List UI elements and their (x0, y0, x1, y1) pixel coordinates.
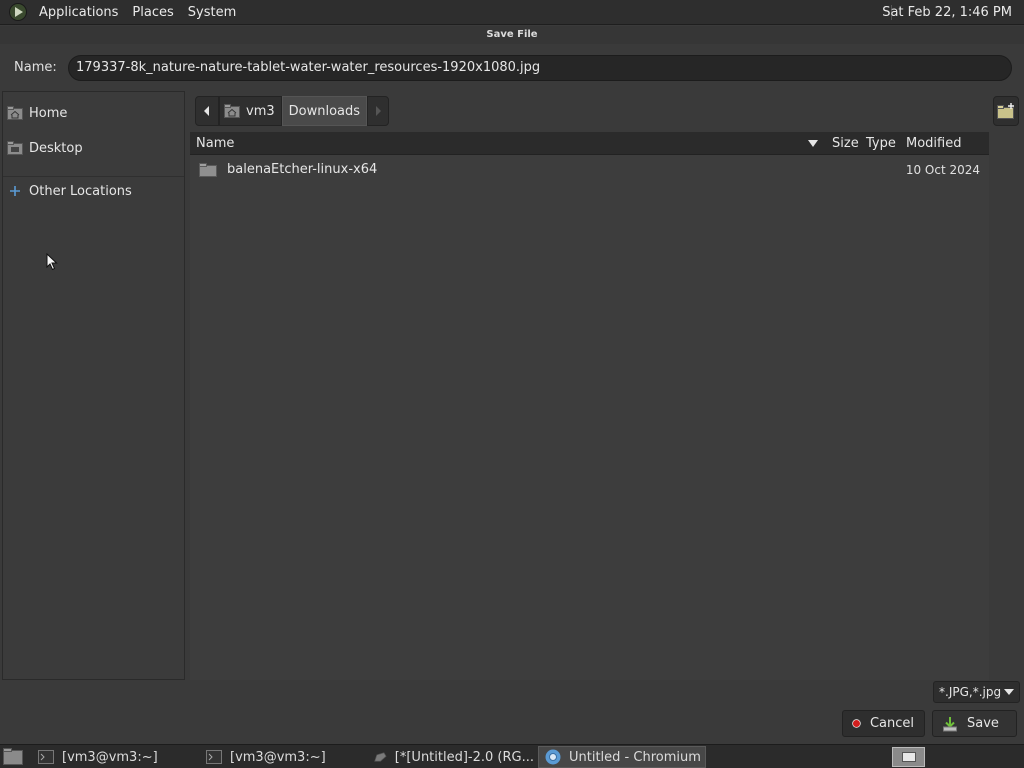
task-label: [vm3@vm3:~] (230, 749, 326, 765)
column-header-type[interactable]: Type (866, 132, 896, 155)
file-name: balenaEtcher-linux-x64 (227, 162, 378, 177)
workspace-switcher[interactable] (892, 747, 925, 767)
save-label: Save (967, 716, 999, 731)
file-type-filter-select[interactable]: *.JPG,*.jpg (933, 681, 1020, 703)
clock[interactable]: Sat Feb 22, 1:46 PM (882, 0, 1012, 25)
folder-icon (199, 163, 217, 177)
home-folder-icon (7, 106, 23, 120)
name-row: Name: 179337-8k_nature-nature-tablet-wat… (0, 44, 1024, 90)
filename-input[interactable]: 179337-8k_nature-nature-tablet-water-wat… (68, 55, 1012, 81)
right-strip (989, 132, 1024, 680)
home-folder-icon (224, 104, 240, 118)
path-segment-vm3[interactable]: vm3 (219, 96, 282, 126)
places-sidebar: Home Desktop Other Locations (2, 91, 185, 680)
sidebar-item-label: Desktop (29, 140, 83, 156)
filter-value: *.JPG,*.jpg (939, 685, 1002, 699)
path-segment-label: vm3 (246, 103, 275, 119)
cancel-icon (852, 719, 861, 728)
path-segment-label: Downloads (288, 103, 361, 119)
task-label: [*[Untitled]-2.0 (RG... (394, 749, 534, 765)
save-button[interactable]: Save (932, 710, 1017, 737)
sidebar-separator (3, 176, 184, 177)
path-bar: vm3 Downloads (195, 96, 390, 126)
taskbar-item-gimp[interactable]: [*[Untitled]-2.0 (RG... (368, 746, 534, 768)
column-header-name[interactable]: Name (196, 132, 234, 155)
path-forward-button[interactable] (367, 96, 390, 126)
gimp-icon (374, 752, 387, 762)
menu-system[interactable]: System (181, 0, 243, 25)
task-label: [vm3@vm3:~] (62, 749, 158, 765)
sidebar-item-label: Other Locations (29, 183, 132, 199)
column-header-modified[interactable]: Modified (906, 132, 961, 155)
path-back-button[interactable] (195, 96, 219, 126)
cancel-button[interactable]: Cancel (842, 710, 925, 737)
sidebar-item-home[interactable]: Home (7, 102, 67, 124)
applications-logo-icon[interactable] (8, 2, 28, 22)
terminal-icon (38, 750, 54, 764)
desktop-folder-icon (7, 141, 23, 155)
create-folder-button[interactable] (993, 96, 1019, 126)
sort-descending-icon[interactable] (808, 140, 818, 147)
file-row[interactable]: balenaEtcher-linux-x64 10 Oct 2024 (190, 157, 989, 183)
sidebar-item-other-locations[interactable]: Other Locations (7, 180, 132, 202)
name-label: Name: (14, 60, 57, 75)
show-desktop-icon[interactable] (3, 748, 23, 765)
sidebar-item-label: Home (29, 105, 68, 121)
dialog-title: Save File (0, 26, 1024, 44)
mouse-cursor-icon (46, 253, 58, 271)
chevron-left-icon (204, 106, 209, 116)
chevron-right-icon (376, 106, 382, 116)
top-panel: Applications Places System Sat Feb 22, 1… (0, 0, 1024, 25)
new-folder-icon (997, 103, 1014, 119)
taskbar-item-terminal-2[interactable]: [vm3@vm3:~] (200, 746, 364, 768)
menu-applications[interactable]: Applications (32, 0, 125, 25)
sidebar-item-desktop[interactable]: Desktop (7, 137, 83, 159)
menu-places[interactable]: Places (125, 0, 180, 25)
workspace-window-thumbnail (902, 752, 916, 762)
chromium-icon (545, 749, 561, 765)
taskbar-item-chromium[interactable]: Untitled - Chromium (538, 746, 706, 768)
file-list[interactable]: Name Size Type Modified balenaEtcher-lin… (190, 132, 989, 680)
save-download-icon (943, 716, 957, 731)
file-list-header: Name Size Type Modified (190, 132, 989, 155)
cancel-label: Cancel (869, 716, 914, 731)
file-modified: 10 Oct 2024 (905, 163, 980, 177)
plus-icon (10, 186, 20, 196)
taskbar-item-terminal-1[interactable]: [vm3@vm3:~] (32, 746, 196, 768)
task-label: Untitled - Chromium (569, 749, 701, 765)
chevron-down-icon (1004, 689, 1014, 695)
column-header-size[interactable]: Size (832, 132, 859, 155)
path-segment-downloads[interactable]: Downloads (281, 96, 368, 126)
taskbar: [vm3@vm3:~] [vm3@vm3:~] [*[Untitled]-2.0… (0, 744, 1024, 768)
terminal-icon (206, 750, 222, 764)
